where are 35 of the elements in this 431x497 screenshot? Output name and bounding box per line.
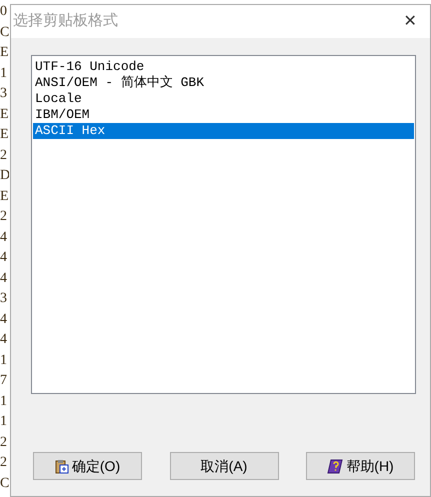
background-text: 4 — [0, 270, 8, 288]
background-text: E — [0, 106, 9, 124]
background-text: C — [0, 474, 9, 492]
background-text: 2 — [0, 434, 8, 452]
window-title: 选择剪贴板格式 — [13, 11, 118, 32]
background-text: E — [0, 44, 9, 62]
background-text: 1 — [0, 352, 8, 370]
background-text: 0 — [0, 3, 8, 21]
list-item[interactable]: IBM/OEM — [33, 107, 414, 123]
close-button[interactable]: ✕ — [390, 6, 430, 36]
background-text: 4 — [0, 331, 8, 349]
clipboard-icon — [54, 458, 69, 474]
list-item[interactable]: ASCII Hex — [33, 123, 414, 139]
background-text: E — [0, 126, 9, 144]
background-text: 1 — [0, 392, 8, 410]
background-text: 1 — [0, 64, 8, 82]
background-text: E — [0, 188, 9, 206]
help-button[interactable]: 帮助(H) — [306, 452, 415, 480]
background-text: 3 — [0, 85, 8, 103]
list-item[interactable]: Locale — [33, 91, 414, 107]
background-text: 2 — [0, 146, 8, 164]
list-item[interactable]: UTF-16 Unicode — [33, 59, 414, 75]
background-text: 3 — [0, 290, 8, 308]
background-text: 2 — [0, 208, 8, 226]
cancel-button[interactable]: 取消(A) — [170, 452, 278, 480]
background-text: 7 — [0, 372, 8, 390]
list-item[interactable]: ANSI/OEM - 简体中文 GBK — [33, 75, 414, 91]
background-text: 4 — [0, 310, 8, 328]
background-text: 1 — [0, 413, 8, 431]
background-text: C — [0, 24, 9, 42]
background-text: 2 — [0, 454, 8, 472]
ok-button[interactable]: 确定(O) — [33, 452, 142, 480]
background-text: 4 — [0, 228, 8, 246]
background-text: 4 — [0, 249, 8, 267]
book-icon — [327, 458, 344, 474]
